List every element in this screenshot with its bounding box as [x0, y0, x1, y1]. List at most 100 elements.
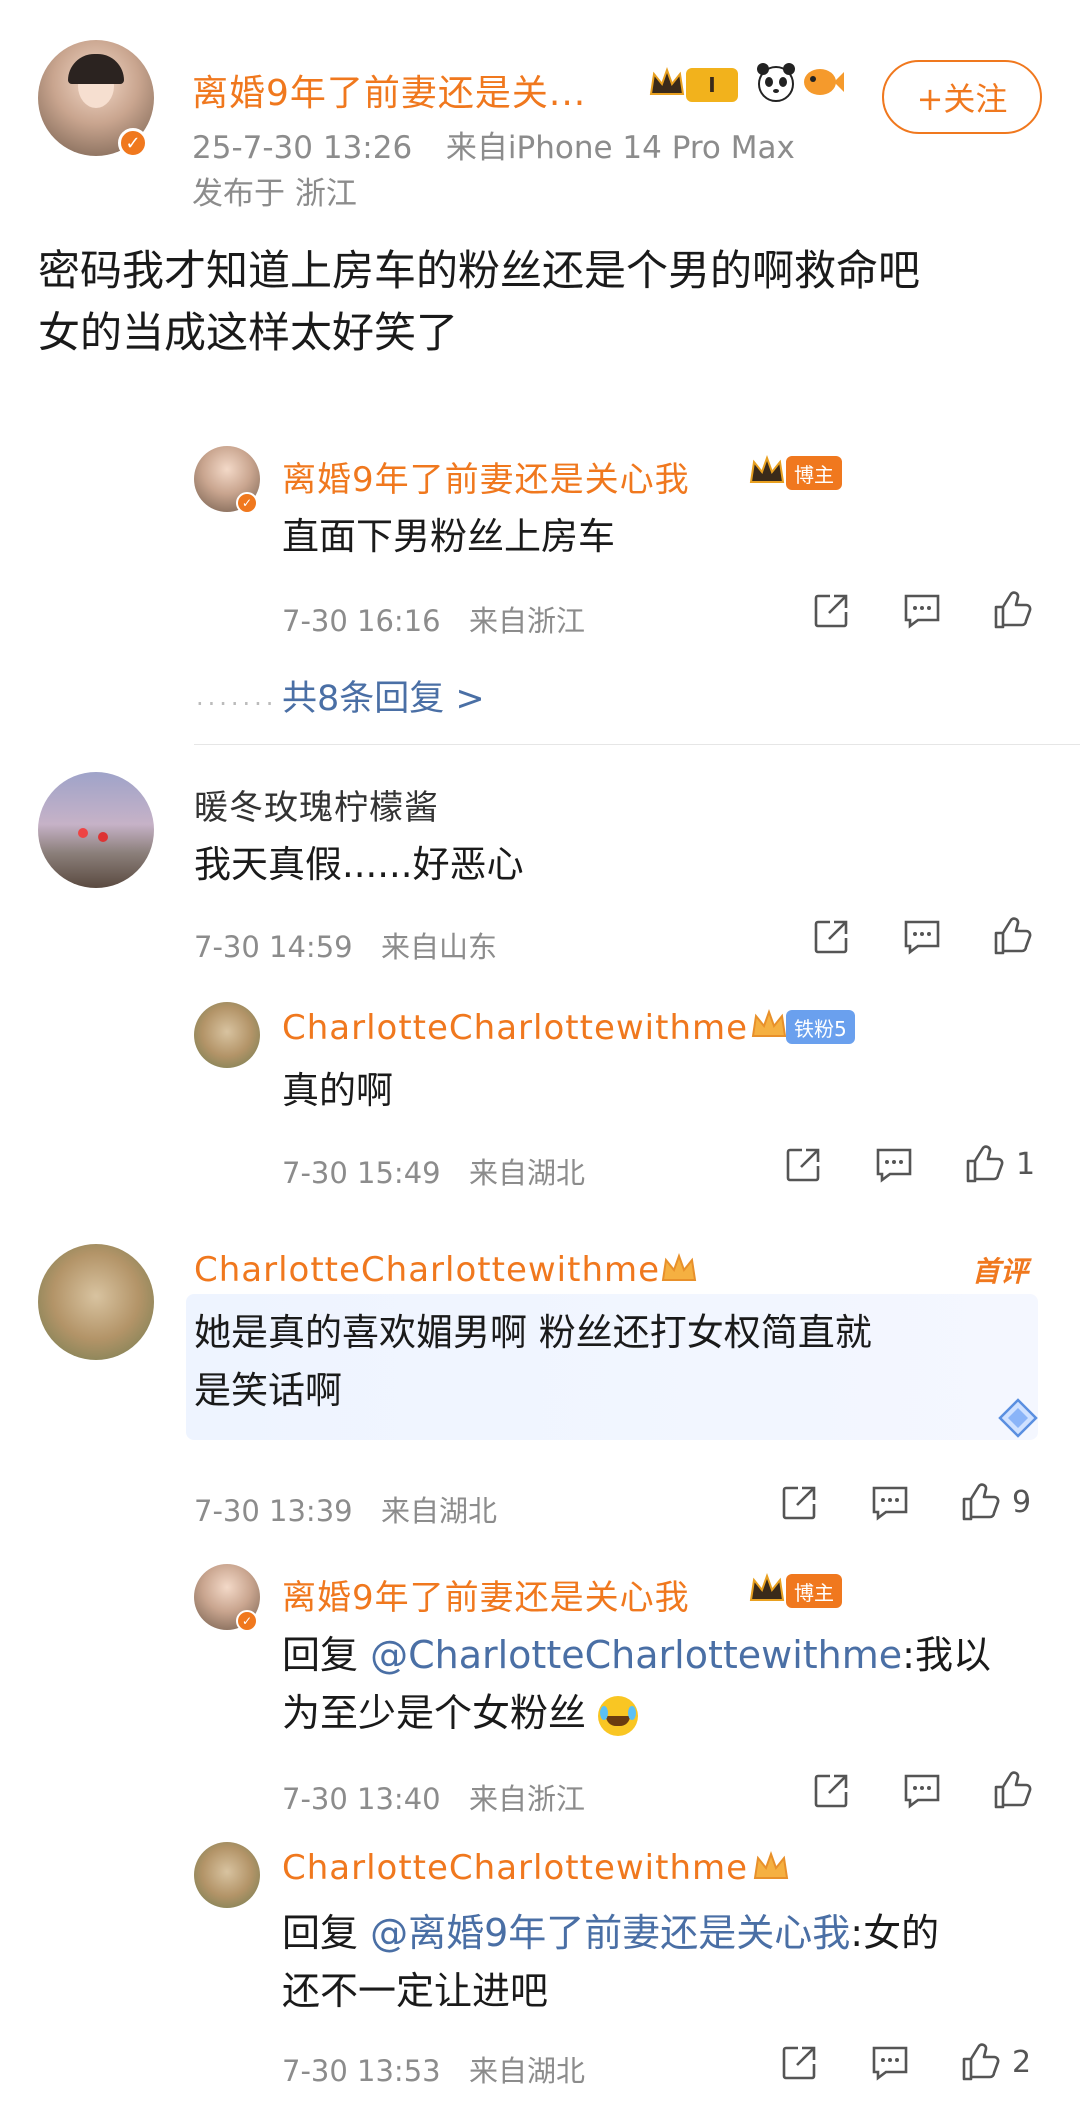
- comment-text-line: 还不一定让进吧: [282, 1969, 549, 2013]
- crown-icon: [748, 454, 786, 488]
- comment-avatar[interactable]: [38, 1244, 154, 1360]
- post-content-line: 密码我才知道上房车的粉丝还是个男的啊救命吧: [38, 246, 921, 295]
- comment-author[interactable]: 离婚9年了前妻还是关心我: [282, 452, 690, 501]
- thumbs-up-icon: [994, 591, 1032, 629]
- crown-icon: [648, 66, 686, 100]
- blogger-badge: 博主: [786, 1574, 842, 1608]
- comment-avatar[interactable]: [194, 1842, 260, 1908]
- post-content: 密码我才知道上房车的粉丝还是个男的啊救命吧 女的当成这样太好笑了: [38, 240, 920, 364]
- thumbs-up-icon: [962, 1483, 1000, 1521]
- comment-author[interactable]: CharlotteCharlottewithme: [282, 1848, 748, 1888]
- like-count: 2: [1012, 2044, 1032, 2080]
- comment-from: 来自湖北: [469, 2054, 586, 2088]
- post-author-name[interactable]: 离婚9年了前妻还是关...: [192, 64, 586, 116]
- share-icon: [786, 1148, 820, 1182]
- first-comment-tag: 首评: [972, 1255, 1029, 1288]
- like-button[interactable]: [992, 1770, 1034, 1810]
- thumbs-up-icon: [966, 1145, 1004, 1183]
- comment-avatar[interactable]: [38, 772, 154, 888]
- share-icon: [782, 2046, 816, 2080]
- like-count: 1: [1016, 1146, 1036, 1182]
- crown-icon: [748, 1572, 786, 1606]
- comment-author[interactable]: CharlotteCharlottewithme: [282, 1008, 748, 1048]
- comment-text-part: :我以: [902, 1633, 991, 1677]
- share-button[interactable]: [812, 592, 850, 630]
- post-content-line: 女的当成这样太好笑了: [38, 308, 459, 357]
- comment-button[interactable]: [870, 2044, 910, 2082]
- comment-author[interactable]: CharlotteCharlottewithme: [194, 1250, 660, 1290]
- comment-meta: 7-30 13:53 来自湖北: [282, 2048, 585, 2090]
- like-button[interactable]: [992, 916, 1034, 956]
- blogger-badge: 博主: [786, 456, 842, 490]
- comment-author[interactable]: 离婚9年了前妻还是关心我: [282, 1570, 690, 1619]
- verified-icon: ✓: [236, 492, 258, 514]
- comment-meta: 7-30 15:49 来自湖北: [282, 1150, 585, 1192]
- diamond-icon: [996, 1396, 1040, 1440]
- laughing-emoji-icon: [598, 1695, 639, 1736]
- thumbs-up-icon: [994, 1771, 1032, 1809]
- post-meta: 25-7-30 13:26 来自iPhone 14 Pro Max: [192, 122, 795, 167]
- verified-icon: ✓: [118, 128, 148, 158]
- thumbs-up-icon: [994, 917, 1032, 955]
- comment-text: 真的啊: [282, 1069, 393, 1112]
- comment-icon: [876, 1148, 912, 1183]
- comment-time: 7-30 13:53: [282, 2054, 441, 2088]
- divider: [194, 744, 1080, 745]
- fan-badge: 铁粉5: [786, 1010, 855, 1044]
- comment-text: 我天真假......好恶心: [194, 843, 524, 886]
- comment-text-part: 为至少是个女粉丝: [282, 1691, 587, 1735]
- comment-text: 回复 @离婚9年了前妻还是关心我:女的 还不一定让进吧: [282, 1904, 939, 2020]
- comment-icon: [904, 594, 940, 629]
- like-button[interactable]: 1: [964, 1144, 1035, 1184]
- comment-from: 来自山东: [381, 930, 498, 964]
- comment-time: 7-30 15:49: [282, 1156, 441, 1190]
- panda-icon: [754, 60, 798, 104]
- comment-icon: [904, 1774, 940, 1809]
- verified-icon: ✓: [236, 1610, 258, 1632]
- crown-icon: [752, 1850, 790, 1884]
- comment-text-line: 是笑话啊: [194, 1369, 342, 1412]
- like-button[interactable]: 2: [960, 2042, 1031, 2082]
- follow-button[interactable]: +关注: [882, 60, 1042, 134]
- comment-button[interactable]: [902, 1772, 942, 1810]
- comment-text: 直面下男粉丝上房车: [282, 515, 615, 558]
- mention-link[interactable]: @离婚9年了前妻还是关心我: [370, 1911, 850, 1955]
- share-icon: [814, 1774, 848, 1808]
- comment-text-part: :女的: [850, 1911, 940, 1955]
- post-source: 来自iPhone 14 Pro Max: [445, 130, 795, 166]
- crown-icon: [660, 1252, 698, 1286]
- comment-icon: [904, 920, 940, 955]
- reply-prefix: 回复: [282, 1633, 371, 1677]
- comment-meta: 7-30 13:39 来自湖北: [194, 1488, 497, 1530]
- comment-button[interactable]: [902, 918, 942, 956]
- comment-text-line: 她是真的喜欢媚男啊 粉丝还打女权简直就: [194, 1311, 872, 1354]
- share-button[interactable]: [812, 1772, 850, 1810]
- comment-avatar[interactable]: [194, 1002, 260, 1068]
- comment-icon: [872, 1486, 908, 1521]
- share-button[interactable]: [780, 2044, 818, 2082]
- comment-button[interactable]: [902, 592, 942, 630]
- share-button[interactable]: [780, 1484, 818, 1522]
- comment-meta: 7-30 13:40 来自浙江: [282, 1776, 585, 1818]
- share-icon: [814, 594, 848, 628]
- share-icon: [782, 1486, 816, 1520]
- comment-text-line: 回复 @CharlotteCharlottewithme:我以: [282, 1626, 991, 1684]
- reply-prefix: 回复: [282, 1911, 371, 1955]
- like-button[interactable]: 9: [960, 1482, 1031, 1522]
- comment-meta: 7-30 16:16 来自浙江: [282, 598, 585, 640]
- comment-time: 7-30 13:40: [282, 1782, 441, 1816]
- comment-author[interactable]: 暖冬玫瑰柠檬酱: [194, 780, 439, 829]
- comment-button[interactable]: [874, 1146, 914, 1184]
- mention-link[interactable]: @CharlotteCharlottewithme: [370, 1633, 902, 1677]
- comment-text-line: 为至少是个女粉丝: [282, 1684, 991, 1742]
- share-button[interactable]: [784, 1146, 822, 1184]
- comment-button[interactable]: [870, 1484, 910, 1522]
- comment-from: 来自浙江: [469, 604, 586, 638]
- like-button[interactable]: [992, 590, 1034, 630]
- post-location: 发布于 浙江: [192, 176, 357, 212]
- share-button[interactable]: [812, 918, 850, 956]
- fish-icon: [800, 62, 844, 102]
- like-count: 9: [1012, 1484, 1032, 1520]
- comment-from: 来自湖北: [469, 1156, 586, 1190]
- more-replies-link[interactable]: 共8条回复 >: [282, 670, 485, 721]
